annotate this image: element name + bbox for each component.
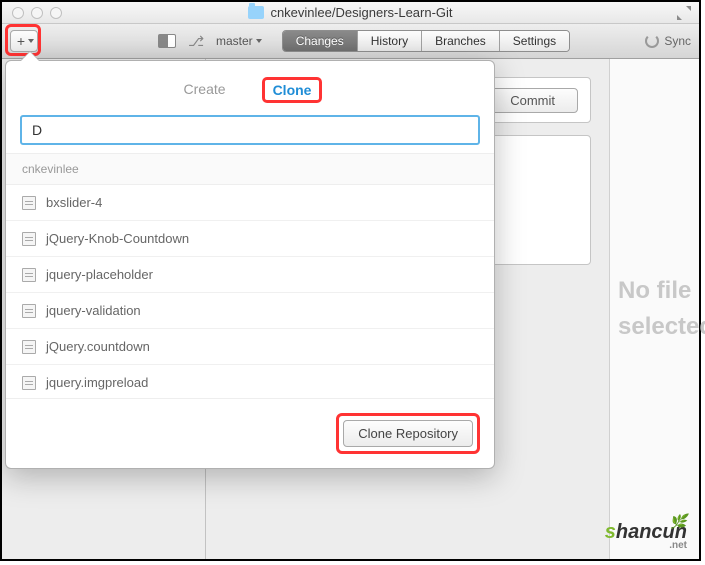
clone-tab[interactable]: Clone <box>262 77 323 103</box>
branch-icon[interactable]: ⎇ <box>188 33 204 49</box>
clone-popover: Create Clone cnkevinlee bxslider-4 jQuer… <box>5 60 495 469</box>
popover-tabs: Create Clone <box>6 61 494 115</box>
create-tab[interactable]: Create <box>178 77 232 103</box>
tab-history[interactable]: History <box>358 31 422 51</box>
popover-footer: Clone Repository <box>6 398 494 468</box>
title-bar: cnkevinlee/Designers-Learn-Git <box>2 2 699 24</box>
sync-icon <box>645 34 659 48</box>
folder-icon <box>248 6 264 19</box>
view-tabs: Changes History Branches Settings <box>282 30 570 52</box>
repo-icon <box>22 376 36 390</box>
watermark: 🌿 shancun .net <box>605 521 687 551</box>
repo-search-input[interactable] <box>20 115 480 145</box>
repo-item[interactable]: jquery-validation <box>6 293 494 329</box>
repo-icon <box>22 304 36 318</box>
repo-item[interactable]: jquery-placeholder <box>6 257 494 293</box>
tab-changes[interactable]: Changes <box>283 31 358 51</box>
tab-settings[interactable]: Settings <box>500 31 569 51</box>
repo-item[interactable]: bxslider-4 <box>6 185 494 221</box>
app-window: cnkevinlee/Designers-Learn-Git + ⎇ maste… <box>0 0 701 561</box>
layout-toggle-icon[interactable] <box>158 34 176 48</box>
repo-icon <box>22 268 36 282</box>
window-title: cnkevinlee/Designers-Learn-Git <box>270 5 452 20</box>
repo-item[interactable]: jquery.imgpreload <box>6 365 494 398</box>
add-repo-button[interactable]: + <box>10 30 38 52</box>
repo-icon <box>22 196 36 210</box>
repo-list[interactable]: cnkevinlee bxslider-4 jQuery-Knob-Countd… <box>6 153 494 398</box>
repo-item[interactable]: jQuery-Knob-Countdown <box>6 221 494 257</box>
highlight-annotation: Clone Repository <box>336 413 480 454</box>
tab-branches[interactable]: Branches <box>422 31 500 51</box>
commit-button[interactable]: Commit <box>487 88 578 113</box>
repo-icon <box>22 340 36 354</box>
fullscreen-icon[interactable] <box>677 6 691 20</box>
owner-header: cnkevinlee <box>6 154 494 185</box>
repo-icon <box>22 232 36 246</box>
sync-button[interactable]: Sync <box>645 34 691 48</box>
clone-repository-button[interactable]: Clone Repository <box>343 420 473 447</box>
empty-state-text: No file selected <box>618 273 705 345</box>
repo-item[interactable]: jQuery.countdown <box>6 329 494 365</box>
branch-selector[interactable]: master <box>216 34 262 48</box>
leaf-icon: 🌿 <box>670 513 687 530</box>
toolbar: + ⎇ master Changes History Branches Sett… <box>2 24 699 59</box>
detail-column: No file selected <box>609 59 699 559</box>
